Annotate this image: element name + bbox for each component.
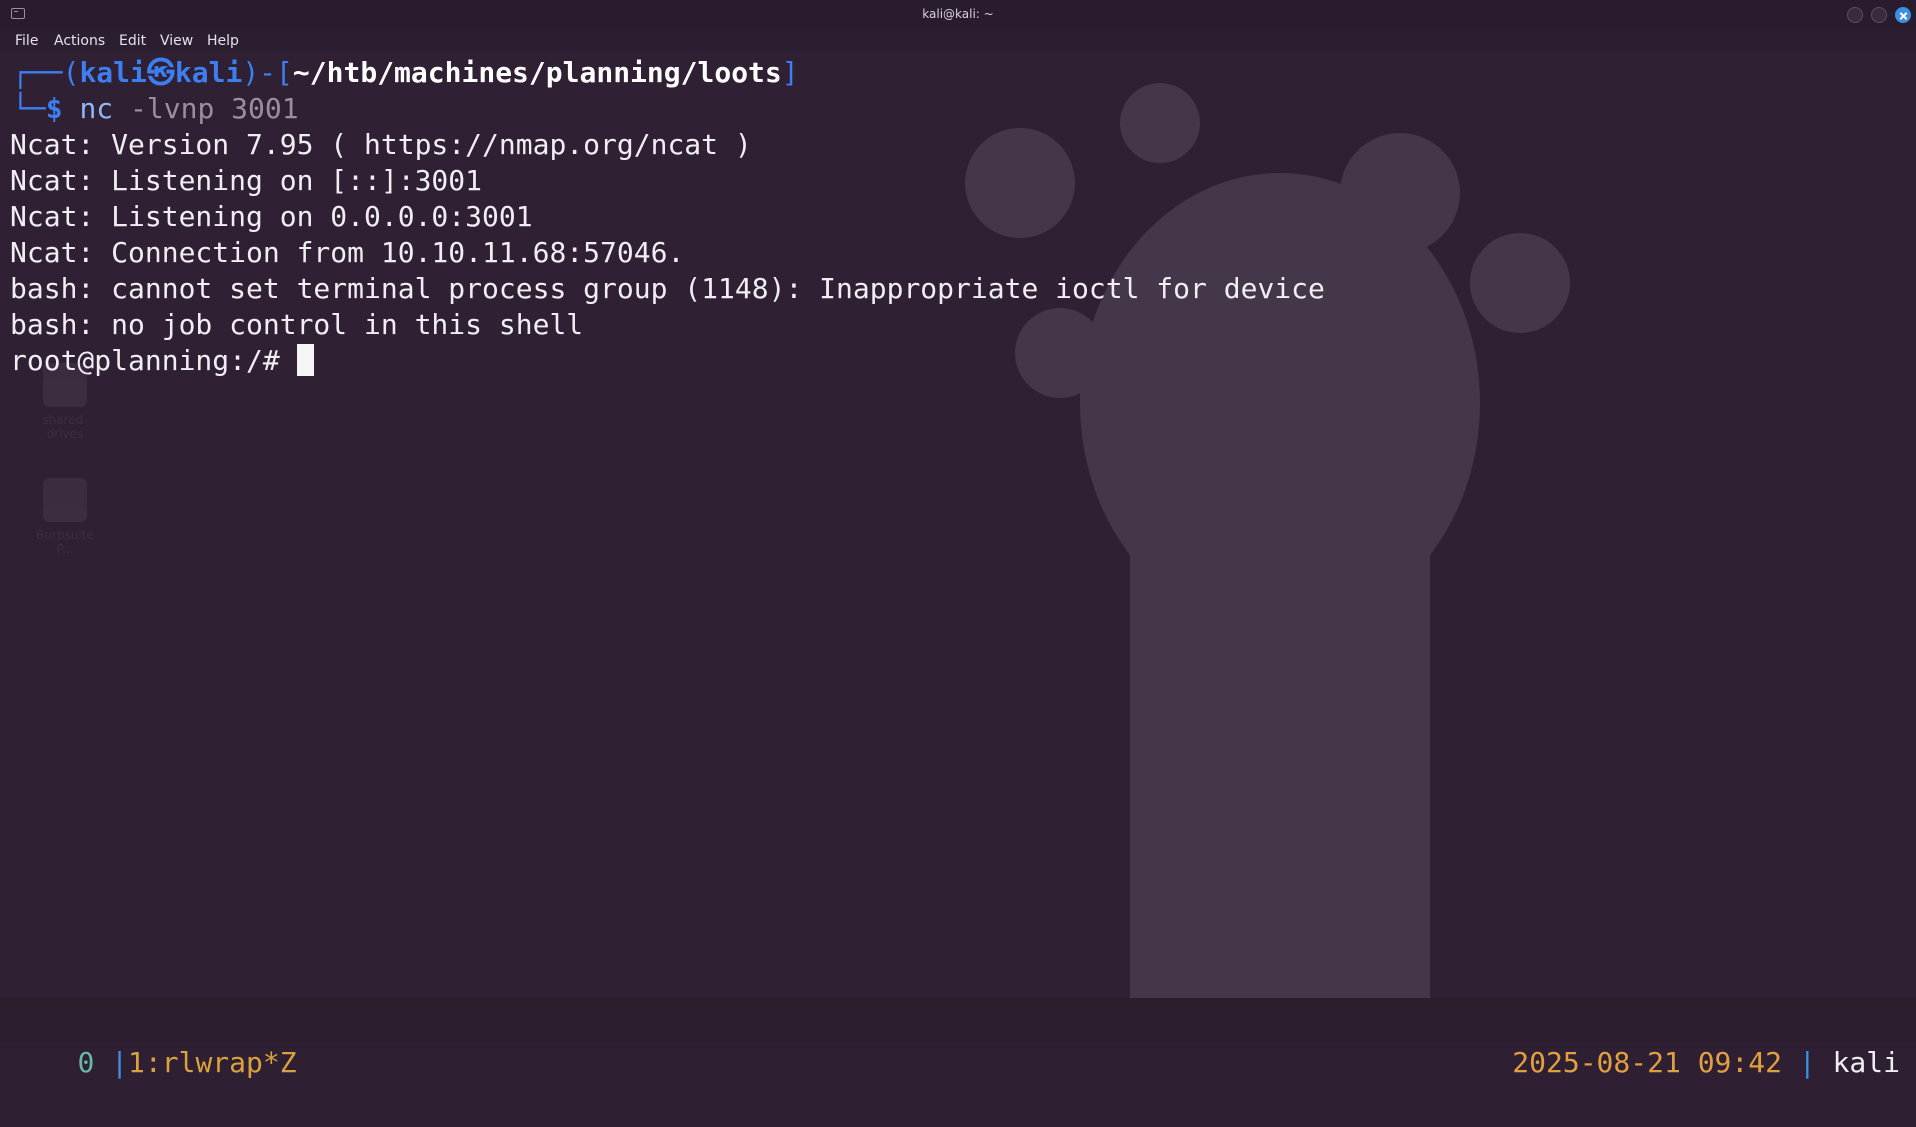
- prompt-path: ~/htb/machines/planning/loots: [292, 56, 782, 89]
- menu-actions[interactable]: Actions: [54, 33, 105, 49]
- menu-file[interactable]: File: [15, 33, 38, 49]
- title-bar: kali@kali: ~: [0, 0, 1916, 29]
- output-line: Ncat: Listening on 0.0.0.0:3001: [10, 200, 533, 233]
- prompt-host: kali: [174, 56, 243, 89]
- output-line: bash: cannot set terminal process group …: [10, 272, 1325, 305]
- command-line: └─$ nc -lvnp 3001: [12, 92, 299, 125]
- kali-logo-icon: ㉿: [146, 56, 175, 89]
- maximize-button[interactable]: [1871, 7, 1887, 23]
- command-args: -lvnp 3001: [113, 92, 299, 125]
- tmux-status-bar: 0 |1:rlwrap*Z 2025-08-21 09:42 | kali: [0, 998, 1916, 1079]
- desktop-icon-burpsuite: Burpsuite P...: [30, 478, 100, 556]
- status-datetime: 2025-08-21 09:42: [1512, 1046, 1782, 1079]
- text-cursor: [296, 344, 314, 376]
- tmux-window-tab[interactable]: 1:rlwrap*Z: [128, 1046, 297, 1079]
- menu-view[interactable]: View: [160, 33, 193, 49]
- menu-edit[interactable]: Edit: [119, 33, 146, 49]
- prompt-header: ┌──(kali㉿kali)-[~/htb/machines/planning/…: [12, 56, 799, 89]
- wallpaper-illustration: [965, 83, 1570, 998]
- window-title: kali@kali: ~: [922, 7, 994, 21]
- burpsuite-icon: [43, 478, 87, 522]
- command-name: nc: [79, 92, 114, 125]
- status-user: kali: [1832, 1046, 1900, 1079]
- minimize-button[interactable]: [1847, 7, 1863, 23]
- menu-help[interactable]: Help: [207, 33, 239, 49]
- output-line: Ncat: Connection from 10.10.11.68:57046.: [10, 236, 685, 269]
- shell-prompt-line[interactable]: root@planning:/#: [10, 343, 314, 379]
- output-line: bash: no job control in this shell: [10, 308, 584, 341]
- close-button[interactable]: [1895, 7, 1911, 23]
- output-line: Ncat: Listening on [::]:3001: [10, 164, 483, 197]
- shell-prompt: root@planning:/#: [10, 344, 297, 377]
- output-line: Ncat: Version 7.95 ( https://nmap.org/nc…: [10, 128, 752, 161]
- prompt-user: kali: [79, 56, 147, 89]
- terminal-output[interactable]: shared-drives Burpsuite P... ┌──(kali㉿ka…: [0, 53, 1916, 998]
- menu-bar: File Actions Edit View Help: [0, 29, 1916, 53]
- session-index: 0: [77, 1046, 95, 1079]
